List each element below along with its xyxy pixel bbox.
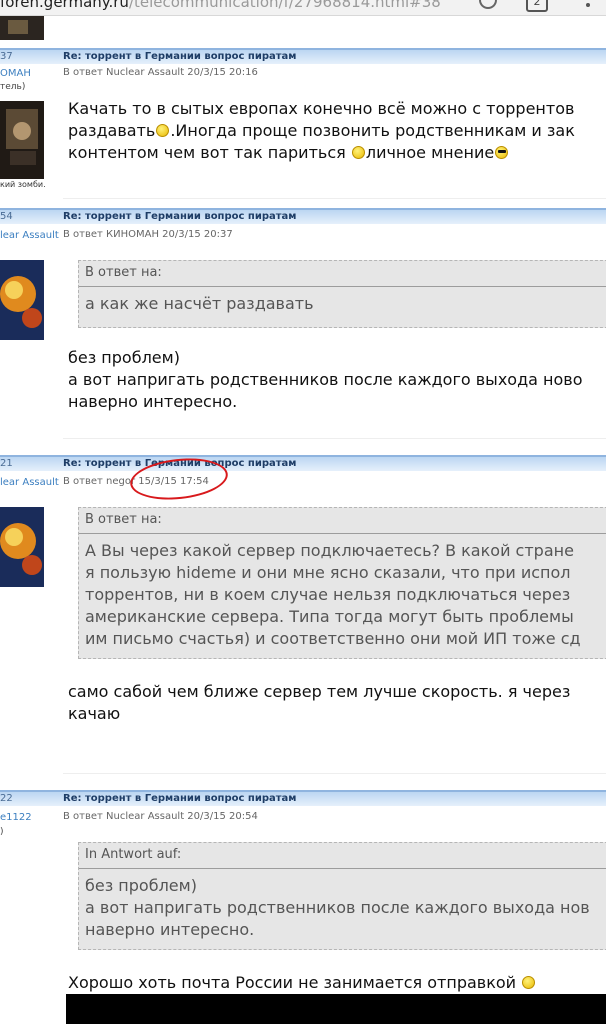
avatar[interactable]	[0, 101, 44, 179]
url-text[interactable]: foren.germany.ru/telecommunication/f/279…	[0, 0, 441, 11]
post-author[interactable]: ОМАН	[0, 68, 31, 79]
author-status: )	[0, 827, 4, 837]
url-host: foren.germany.ru	[0, 0, 129, 11]
post-header: 37 Re: торрент в Германии вопрос пиратам	[0, 48, 606, 64]
post-number: 54	[0, 211, 13, 222]
reply-meta[interactable]: В ответ Nuclear Assault 20/3/15 20:16	[63, 67, 258, 78]
post-author[interactable]: lear Assault	[0, 477, 59, 488]
post-body: Хорошо хоть почта России не занимается о…	[68, 972, 536, 994]
post-body: Качать то в сытых европах конечно всё мо…	[68, 98, 575, 164]
reply-meta[interactable]: В ответ КИНОМАН 20/3/15 20:37	[63, 229, 233, 240]
smile-icon	[522, 976, 536, 989]
quote-header: In Antwort auf:	[79, 843, 606, 869]
post-line: качаю	[68, 704, 121, 723]
post-line: Качать то в сытых европах конечно всё мо…	[68, 99, 575, 118]
post-line: Хорошо хоть почта России не занимается о…	[68, 972, 536, 994]
post-line: наверно интересно.	[68, 392, 238, 411]
post-line: раздавать .Иногда проще позвонить родстве…	[68, 121, 575, 140]
post-line: само сабой чем ближе сервер тем лучше ск…	[68, 682, 571, 701]
quote-header: В ответ на:	[79, 508, 606, 534]
reply-meta[interactable]: В ответ Nuclear Assault 20/3/15 20:54	[63, 811, 258, 822]
post-author[interactable]: e1122	[0, 812, 32, 823]
smile-icon	[351, 146, 365, 159]
post-separator	[63, 773, 606, 774]
post-number: 37	[0, 51, 13, 62]
browser-url-bar[interactable]: foren.germany.ru/telecommunication/f/279…	[0, 0, 606, 16]
cool-smiley-icon	[495, 146, 509, 159]
overflow-menu-icon[interactable]	[586, 0, 590, 10]
avatar-caption: кий зомби.	[0, 180, 46, 189]
quote-body: а как же насчёт раздавать	[85, 294, 314, 313]
forum-post: 21 Re: торрент в Германии вопрос пиратам…	[0, 455, 606, 793]
post-body: без проблем) а вот напригать родственник…	[68, 347, 583, 413]
post-title[interactable]: Re: торрент в Германии вопрос пиратам	[63, 793, 296, 804]
quote-block: In Antwort auf: без проблем) а вот напри…	[78, 842, 606, 950]
post-header: 54 Re: торрент в Германии вопрос пиратам	[0, 208, 606, 224]
post-separator	[63, 198, 606, 199]
tabs-count-icon[interactable]: 2	[526, 0, 548, 12]
post-line: контентом чем вот так париться личное мн…	[68, 142, 575, 164]
post-title[interactable]: Re: торрент в Германии вопрос пиратам	[63, 211, 296, 222]
quote-header: В ответ на:	[79, 261, 606, 287]
quote-block: В ответ на: а как же насчёт раздавать	[78, 260, 606, 328]
quote-block: В ответ на: А Вы через какой сервер подк…	[78, 507, 606, 659]
post-author[interactable]: lear Assault	[0, 230, 59, 241]
url-path: /telecommunication/f/27968814.html#38	[128, 0, 441, 11]
post-number: 22	[0, 793, 13, 804]
redacted-bar	[66, 994, 606, 1024]
post-number: 21	[0, 458, 13, 469]
forum-post: 54 Re: торрент в Германии вопрос пиратам…	[0, 208, 606, 456]
post-line: без проблем)	[68, 348, 180, 367]
post-header: 21 Re: торрент в Германии вопрос пиратам	[0, 455, 606, 471]
reload-icon[interactable]	[479, 0, 497, 9]
avatar	[0, 16, 44, 40]
forum-post: 22 Re: торрент в Германии вопрос пиратам…	[0, 790, 606, 1024]
quote-body: без проблем) а вот напригать родственник…	[85, 876, 590, 939]
quote-body: А Вы через какой сервер подключаетесь? В…	[85, 541, 581, 648]
smile-icon	[156, 124, 170, 137]
post-separator	[63, 438, 606, 439]
avatar[interactable]	[0, 507, 44, 587]
forum-post: 37 Re: торрент в Германии вопрос пиратам…	[0, 48, 606, 208]
post-title[interactable]: Re: торрент в Германии вопрос пиратам	[63, 51, 296, 62]
avatar[interactable]	[0, 260, 44, 340]
post-body: само сабой чем ближе сервер тем лучше ск…	[68, 681, 570, 725]
post-line: а вот напригать родственников после кажд…	[68, 370, 583, 389]
author-status: тель)	[0, 82, 26, 92]
post-header: 22 Re: торрент в Германии вопрос пиратам	[0, 790, 606, 806]
